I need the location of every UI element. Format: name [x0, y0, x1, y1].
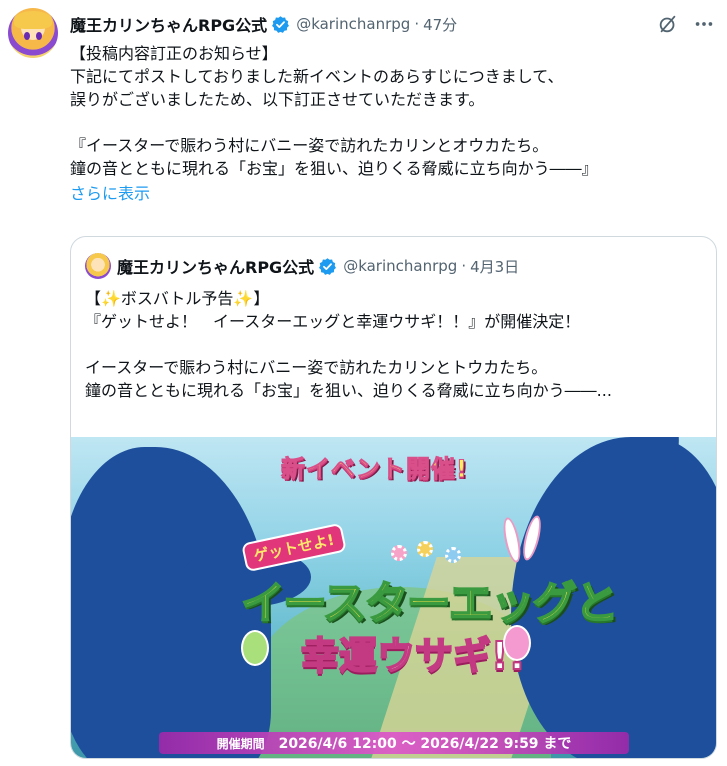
period-label: 開催期間 — [216, 736, 265, 751]
logo-sub-text: 幸運ウサギ!! — [300, 633, 527, 679]
flower-icon — [445, 547, 461, 563]
quote-line: 『ゲットせよ！ イースターエッグと幸運ウサギ！！』が開催決定！ — [85, 312, 581, 331]
flower-icon — [417, 541, 433, 557]
verified-badge-icon — [319, 257, 337, 275]
quote-author-handle[interactable]: @karinchanrpg — [343, 257, 457, 275]
event-banner-image[interactable]: 新イベント開催! ゲットせよ! イースターエッグと 幸運ウサギ!! 開催期間 2… — [71, 437, 716, 758]
post-line: 下記にてポストしておりました新イベントのあらすじにつきまして、 — [70, 67, 564, 86]
event-title: 新イベント開催! — [281, 455, 468, 484]
separator-dot: · — [414, 15, 420, 33]
quote-date[interactable]: 4月3日 — [470, 256, 519, 277]
avatar-hair — [14, 11, 52, 29]
quote-header: 魔王カリンちゃんRPG公式 @karinchanrpg · 4月3日 — [85, 253, 519, 279]
avatar[interactable] — [8, 8, 58, 58]
quote-avatar[interactable] — [85, 253, 111, 279]
post-body: 【投稿内容訂正のお知らせ】 下記にてポストしておりました新イベントのあらすじにつ… — [70, 42, 720, 205]
post-header: 魔王カリンちゃんRPG公式 @karinchanrpg · 47分 — [70, 12, 715, 36]
post-line: 誤りがございましたため、以下訂正させていただきます。 — [70, 90, 485, 109]
quote-body: 【✨ボスバトル予告✨】 『ゲットせよ！ イースターエッグと幸運ウサギ！！』が開催… — [85, 287, 705, 402]
logo-main-text: イースターエッグと — [240, 577, 620, 630]
quote-line: 【✨ボスバトル予告✨】 — [85, 289, 270, 308]
header-actions — [657, 13, 715, 35]
author-handle[interactable]: @karinchanrpg — [296, 15, 410, 33]
quote-line — [85, 333, 705, 356]
separator-dot: · — [461, 257, 467, 275]
event-period-bar: 開催期間 2026/4/6 12:00 ～ 2026/4/22 9:59 まで — [159, 732, 629, 754]
flower-icon — [391, 545, 407, 561]
bunny-mascot-icon — [503, 625, 531, 661]
quote-author-name[interactable]: 魔王カリンちゃんRPG公式 — [117, 254, 314, 278]
more-icon[interactable] — [693, 13, 715, 35]
get-label: ゲットせよ! — [241, 522, 347, 573]
quote-line: イースターで賑わう村にバニー姿で訪れたカリンとトウカたち。 — [85, 358, 548, 377]
show-more-link[interactable]: さらに表示 — [70, 182, 720, 205]
event-logo: ゲットせよ! イースターエッグと 幸運ウサギ!! — [240, 513, 620, 680]
bunny-ears-icon — [499, 513, 549, 565]
avatar-eye — [24, 32, 30, 40]
post-line: 『イースターで賑わう村にバニー姿で訪れたカリンとオウカたち。 — [70, 136, 549, 155]
author-name[interactable]: 魔王カリンちゃんRPG公式 — [70, 12, 267, 36]
quoted-post[interactable]: 魔王カリンちゃんRPG公式 @karinchanrpg · 4月3日 【✨ボスバ… — [70, 236, 717, 759]
avatar-eye — [36, 32, 42, 40]
post-line: 鐘の音とともに現れる「お宝」を狙い、迫りくる脅威に立ち向かう――』 — [70, 159, 598, 178]
bunny-mascot-icon — [241, 630, 269, 666]
quote-line: 鐘の音とともに現れる「お宝」を狙い、迫りくる脅威に立ち向かう――... — [85, 381, 612, 400]
period-dates: 2026/4/6 12:00 ～ 2026/4/22 9:59 まで — [278, 736, 572, 752]
grok-icon[interactable] — [657, 13, 679, 35]
verified-badge-icon — [272, 15, 290, 33]
post-line — [70, 111, 720, 134]
post-time[interactable]: 47分 — [423, 14, 457, 35]
post-line: 【投稿内容訂正のお知らせ】 — [70, 44, 278, 63]
